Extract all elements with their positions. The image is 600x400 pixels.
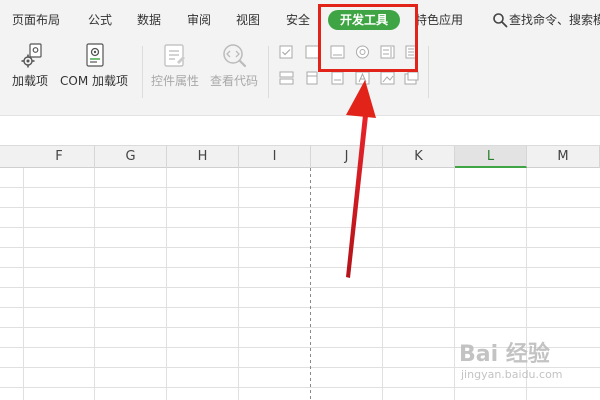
tab-page-layout[interactable]: 页面布局 (12, 12, 60, 28)
combobox-control-icon[interactable] (305, 71, 320, 85)
tab-formulas[interactable]: 公式 (88, 12, 112, 28)
gear-document-icon (86, 43, 104, 67)
tab-data[interactable]: 数据 (137, 12, 161, 28)
formula-bar[interactable] (0, 116, 600, 146)
tab-review[interactable]: 审阅 (187, 12, 211, 28)
addins-label: 加载项 (12, 74, 49, 88)
column-header-k[interactable]: K (383, 146, 455, 168)
column-header-j[interactable]: J (311, 146, 383, 168)
column-header-m[interactable]: M (527, 146, 600, 168)
baidu-jingyan-watermark: Bai 经验 jingyan.baidu.com (455, 336, 595, 392)
control-properties-button[interactable]: 控件属性 (148, 40, 202, 100)
ribbon-bottom-strip (0, 102, 600, 116)
checkbox-control-icon[interactable] (279, 45, 294, 59)
ribbon-divider (428, 46, 429, 98)
column-header-f[interactable]: F (24, 146, 95, 168)
command-search-field[interactable]: 查找命令、搜索模 (509, 12, 600, 28)
ribbon-divider (268, 46, 269, 98)
watermark-text: Bai 经验 (459, 342, 550, 367)
view-code-button[interactable]: 查看代码 (207, 40, 261, 100)
button-control-icon[interactable] (279, 71, 294, 85)
control-properties-label: 控件属性 (151, 74, 200, 88)
column-header-g[interactable]: G (95, 146, 167, 168)
watermark-url: jingyan.baidu.com (461, 368, 563, 381)
developer-ribbon: 加载项 COM 加载项 控件属性 查看代码 (0, 40, 600, 102)
image-control-icon[interactable] (355, 71, 370, 85)
view-code-label: 查看代码 (210, 74, 259, 88)
addins-button[interactable]: 加载项 (8, 40, 54, 100)
tab-special-apps[interactable]: 特色应用 (415, 12, 463, 28)
frame-control-icon[interactable] (330, 71, 345, 85)
code-magnifier-icon (223, 44, 247, 68)
com-addins-button[interactable]: COM 加载项 (58, 40, 134, 100)
search-icon[interactable] (492, 12, 508, 28)
gear-document-icon (21, 43, 42, 68)
ribbon-divider (142, 46, 143, 98)
ribbon-tab-bar: 页面布局 公式 数据 审阅 视图 安全 开发工具 特色应用 查找命令、搜索模 (0, 0, 600, 40)
toggle-control-icon[interactable] (404, 71, 419, 85)
column-header-l[interactable]: L (455, 146, 527, 168)
column-header-i[interactable]: I (239, 146, 311, 168)
column-header-row: F G H I J K L M (0, 146, 600, 168)
spin-control-icon[interactable] (380, 71, 395, 85)
properties-icon (164, 44, 185, 67)
tab-security[interactable]: 安全 (286, 12, 310, 28)
com-addins-label: COM 加载项 (60, 74, 128, 88)
tab-view[interactable]: 视图 (236, 12, 260, 28)
annotation-highlight-box (318, 4, 418, 72)
column-header-h[interactable]: H (167, 146, 239, 168)
